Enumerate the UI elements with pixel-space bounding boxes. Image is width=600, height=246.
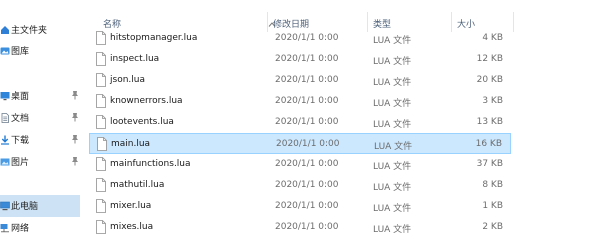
file-type: LUA 文件 [373, 99, 412, 109]
file-name: mixer.lua [110, 201, 152, 211]
file-row[interactable]: knownerrors.lua 2020/1/1 0:00 LUA 文件 3 K… [89, 91, 511, 112]
computer-icon [0, 201, 10, 211]
file-icon [96, 115, 106, 129]
nav-label-pictures: 图片 [11, 158, 30, 168]
nav-label-downloads: 下载 [11, 136, 30, 146]
file-type: LUA 文件 [373, 162, 412, 172]
file-date: 2020/1/1 0:00 [275, 117, 339, 127]
file-name: mixes.lua [110, 222, 154, 232]
file-icon [96, 52, 106, 66]
file-date: 2020/1/1 0:00 [275, 96, 339, 106]
file-icon [96, 199, 106, 213]
file-icon [96, 220, 106, 234]
file-date: 2020/1/1 0:00 [275, 33, 339, 43]
file-date: 2020/1/1 0:00 [275, 180, 339, 190]
file-icon [96, 73, 106, 87]
file-size: 12 KB [476, 54, 503, 64]
file-date: 2020/1/1 0:00 [275, 75, 339, 85]
file-type: LUA 文件 [373, 183, 412, 193]
file-type: LUA 文件 [373, 204, 412, 214]
file-size: 8 KB [482, 180, 503, 190]
file-name: json.lua [110, 75, 145, 85]
nav-item-home[interactable]: 主文件夹 [0, 19, 80, 41]
file-icon [96, 31, 106, 45]
file-name: lootevents.lua [110, 117, 174, 127]
file-size: 1 KB [482, 201, 503, 211]
documents-icon [1, 113, 9, 123]
home-icon [1, 26, 9, 34]
column-separator[interactable] [513, 12, 514, 32]
file-type: LUA 文件 [373, 120, 412, 130]
nav-item-downloads[interactable]: 下载 [0, 129, 80, 151]
navigation-pane: 主文件夹 图库 桌面 文档 下载 图片 此电脑 网络 [0, 0, 82, 246]
nav-item-gallery[interactable]: 图库 [0, 40, 80, 62]
nav-label-home: 主文件夹 [11, 26, 48, 36]
file-type: LUA 文件 [373, 57, 412, 67]
file-row[interactable]: mixes.lua 2020/1/1 0:00 LUA 文件 2 KB [89, 217, 511, 238]
file-name: inspect.lua [110, 54, 160, 64]
file-row[interactable]: json.lua 2020/1/1 0:00 LUA 文件 20 KB [89, 70, 511, 91]
file-size: 37 KB [476, 159, 503, 169]
file-size: 16 KB [475, 139, 502, 149]
file-date: 2020/1/1 0:00 [275, 201, 339, 211]
nav-label-gallery: 图库 [11, 47, 30, 57]
file-date: 2020/1/1 0:00 [276, 139, 340, 149]
file-icon [96, 94, 106, 108]
downloads-icon [1, 135, 9, 145]
pictures-icon [0, 158, 10, 166]
file-type: LUA 文件 [373, 78, 412, 88]
file-name: hitstopmanager.lua [110, 33, 198, 43]
nav-item-pictures[interactable]: 图片 [0, 151, 80, 173]
nav-item-network[interactable]: 网络 [0, 217, 80, 239]
file-name: main.lua [111, 139, 151, 149]
file-row[interactable]: hitstopmanager.lua 2020/1/1 0:00 LUA 文件 … [89, 28, 511, 49]
file-size: 13 KB [476, 117, 503, 127]
desktop-icon [0, 92, 10, 101]
file-row[interactable]: mathutil.lua 2020/1/1 0:00 LUA 文件 8 KB [89, 175, 511, 196]
file-type: LUA 文件 [373, 36, 412, 46]
nav-item-documents[interactable]: 文档 [0, 107, 80, 129]
file-name: knownerrors.lua [110, 96, 183, 106]
file-size: 2 KB [482, 222, 503, 232]
file-date: 2020/1/1 0:00 [275, 159, 339, 169]
nav-label-this-pc: 此电脑 [11, 202, 39, 212]
pin-icon[interactable] [71, 112, 79, 122]
pin-icon[interactable] [71, 156, 79, 166]
file-size: 3 KB [482, 96, 503, 106]
nav-item-desktop[interactable]: 桌面 [0, 85, 80, 107]
gallery-icon [0, 47, 10, 55]
pin-icon[interactable] [71, 134, 79, 144]
network-icon [0, 224, 9, 233]
file-type: LUA 文件 [374, 142, 413, 152]
file-icon [97, 137, 107, 151]
pin-icon[interactable] [71, 90, 79, 100]
nav-item-this-pc[interactable]: 此电脑 [0, 195, 80, 217]
file-row-selected[interactable]: main.lua 2020/1/1 0:00 LUA 文件 16 KB [89, 133, 511, 154]
file-name: mathutil.lua [110, 180, 165, 190]
file-date: 2020/1/1 0:00 [275, 54, 339, 64]
nav-label-desktop: 桌面 [11, 92, 30, 102]
file-size: 20 KB [476, 75, 503, 85]
file-date: 2020/1/1 0:00 [275, 222, 339, 232]
nav-label-documents: 文档 [11, 114, 30, 124]
file-row[interactable]: inspect.lua 2020/1/1 0:00 LUA 文件 12 KB [89, 49, 511, 70]
file-icon [96, 178, 106, 192]
file-name: mainfunctions.lua [110, 159, 191, 169]
nav-label-network: 网络 [11, 224, 30, 234]
file-icon [96, 157, 106, 171]
file-type: LUA 文件 [373, 225, 412, 235]
file-row[interactable]: mainfunctions.lua 2020/1/1 0:00 LUA 文件 3… [89, 154, 511, 175]
file-row[interactable]: lootevents.lua 2020/1/1 0:00 LUA 文件 13 K… [89, 112, 511, 133]
file-row[interactable]: mixer.lua 2020/1/1 0:00 LUA 文件 1 KB [89, 196, 511, 217]
file-size: 4 KB [482, 33, 503, 43]
